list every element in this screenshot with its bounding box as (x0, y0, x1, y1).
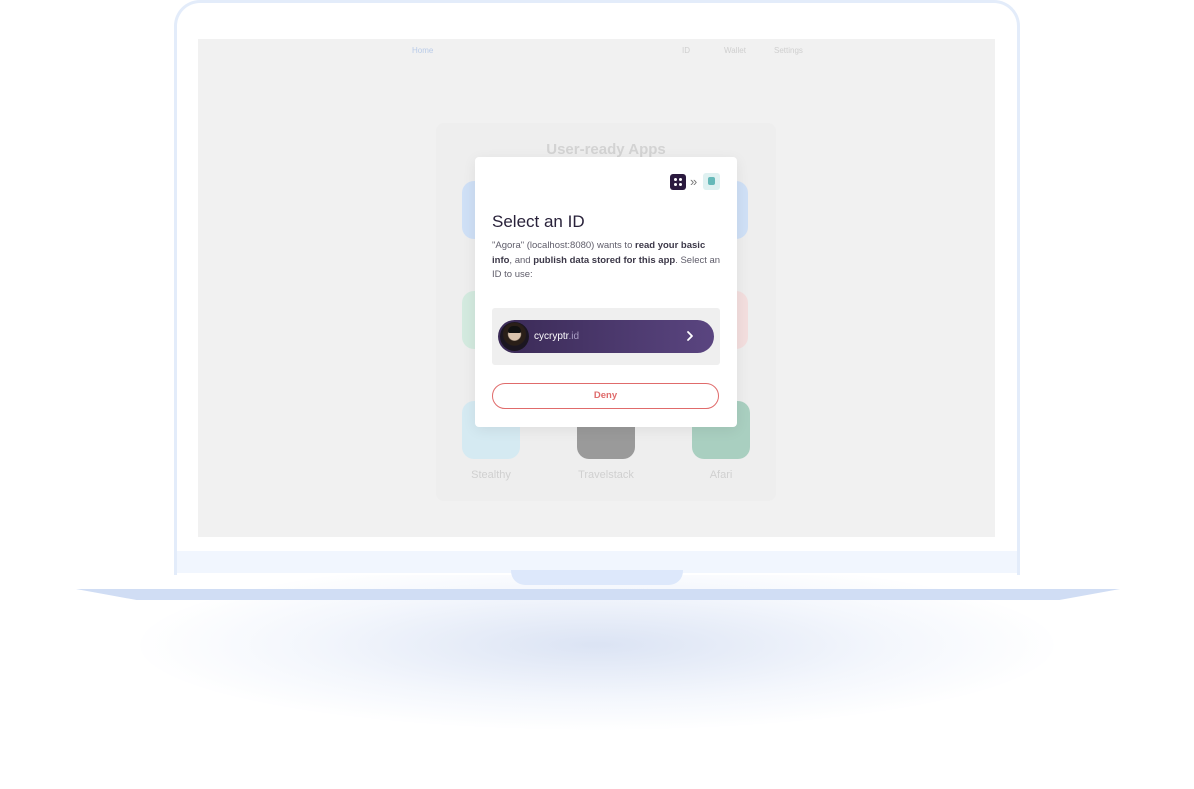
avatar (500, 322, 529, 351)
id-suffix: .id (568, 331, 580, 342)
desc-text-2: , and (509, 254, 534, 266)
select-id-dialog: » Select an ID "Agora" (localhost:8080) … (475, 157, 737, 427)
laptop-hinge (511, 570, 683, 585)
nav-item-id: ID (682, 46, 690, 55)
apps-title: User-ready Apps (546, 141, 666, 158)
laptop-base-edge (76, 589, 1120, 600)
agora-app-icon (703, 173, 720, 190)
desc-bold-2: publish data stored for this app (533, 254, 676, 266)
desc-text-1: "Agora" (localhost:8080) wants to (492, 240, 635, 251)
laptop-shadow (140, 560, 1054, 730)
id-option-cycryptr[interactable]: cycryptr.id (498, 320, 714, 353)
dialog-title: Select an ID (492, 212, 585, 231)
nav-item-settings: Settings (774, 46, 803, 55)
app-label-stealthy: Stealthy (471, 469, 511, 481)
chevron-right-icon (687, 331, 693, 341)
id-name: cycryptr.id (534, 331, 579, 342)
dialog-description: "Agora" (localhost:8080) wants to read y… (492, 239, 722, 283)
app-label-travelstack: Travelstack (578, 469, 634, 481)
id-username: cycryptr (534, 331, 569, 342)
nav-home: Home (412, 46, 434, 55)
id-list: cycryptr.id (492, 308, 720, 365)
blockstack-icon (670, 174, 686, 190)
app-label-afari: Afari (709, 469, 733, 481)
nav-item-wallet: Wallet (724, 46, 746, 55)
double-chevron-right-icon: » (690, 174, 698, 189)
deny-button[interactable]: Deny (492, 383, 719, 409)
